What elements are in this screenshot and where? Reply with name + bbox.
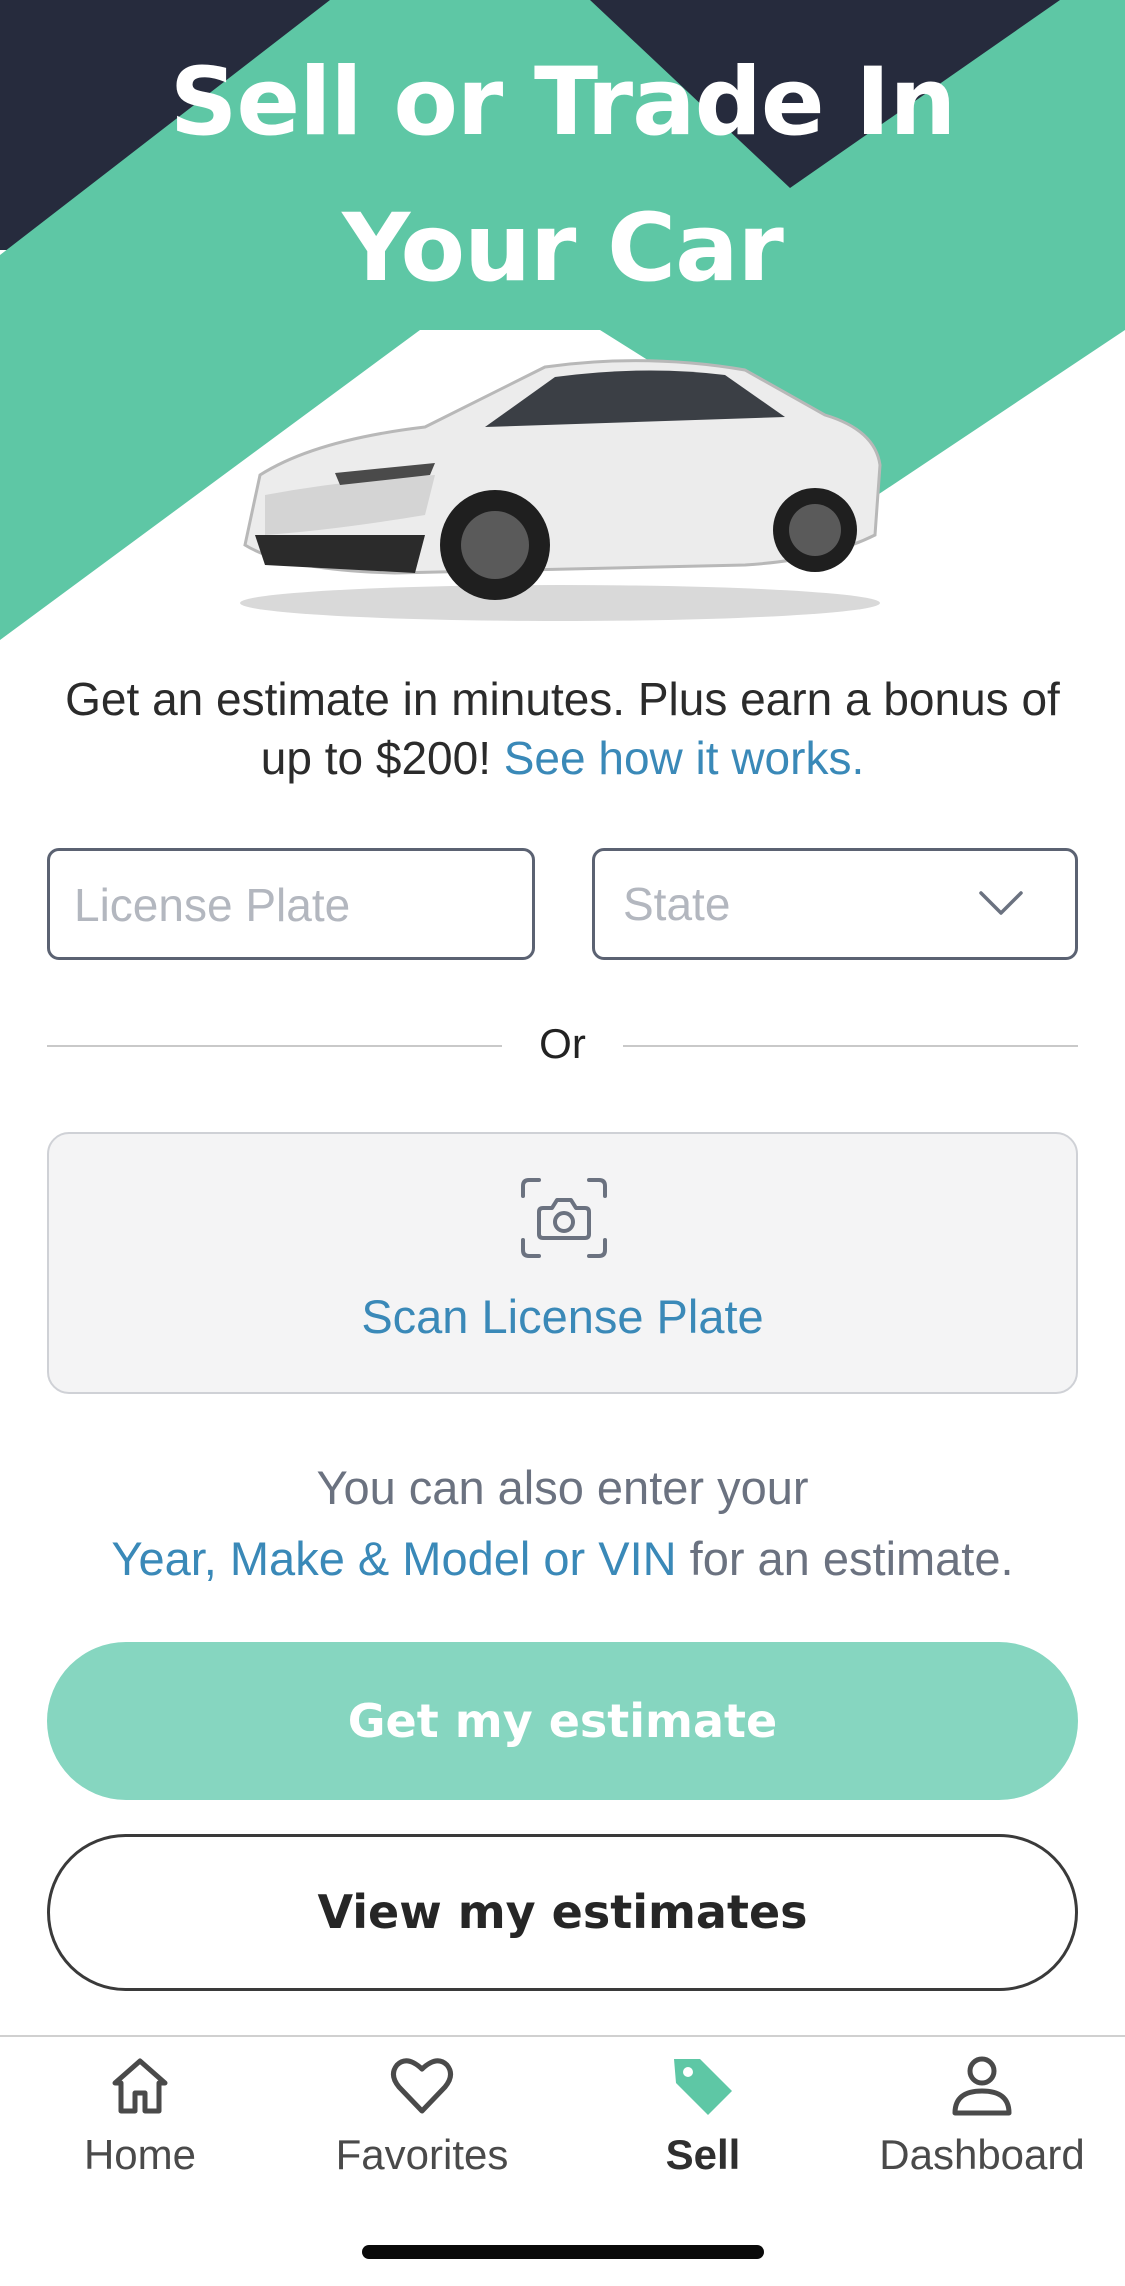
license-plate-input[interactable]	[72, 877, 516, 933]
promo-text: Get an estimate in minutes. Plus earn a …	[60, 670, 1065, 788]
alt-line1: You can also enter your	[316, 1461, 809, 1514]
tab-home-label: Home	[83, 2131, 197, 2178]
hero-banner: Sell or Trade In Your Car	[0, 0, 1125, 660]
view-estimates-button[interactable]: View my estimates	[47, 1834, 1078, 1991]
year-make-model-vin-link[interactable]: Year, Make & Model or VIN	[111, 1532, 676, 1585]
get-estimate-button[interactable]: Get my estimate	[47, 1642, 1078, 1800]
or-separator: Or	[539, 1020, 586, 1067]
state-placeholder: State	[623, 878, 731, 930]
tag-icon	[674, 2059, 732, 2115]
divider-left	[47, 1045, 502, 1047]
tab-home[interactable]: Home	[0, 2051, 280, 2179]
car-image	[240, 359, 882, 621]
tab-sell[interactable]: Sell	[563, 2051, 843, 2179]
scan-license-plate-label: Scan License Plate	[361, 1290, 764, 1343]
chevron-down-icon	[979, 891, 1023, 915]
alt-suffix: for an estimate.	[676, 1532, 1014, 1585]
page-title: Sell or Trade In Your Car	[169, 48, 957, 303]
tab-favorites[interactable]: Favorites	[282, 2051, 562, 2179]
tab-sell-label: Sell	[665, 2131, 741, 2178]
tab-favorites-label: Favorites	[335, 2131, 509, 2178]
home-indicator	[362, 2245, 764, 2259]
alternate-entry-text: You can also enter your Year, Make & Mod…	[40, 1452, 1085, 1594]
see-how-it-works-link[interactable]: See how it works.	[504, 732, 864, 784]
camera-scan-icon	[521, 1178, 607, 1258]
scan-license-plate-button[interactable]: Scan License Plate	[47, 1132, 1078, 1394]
home-icon	[112, 2058, 168, 2114]
user-icon	[952, 2056, 1012, 2116]
divider-right	[623, 1045, 1078, 1047]
heart-icon	[391, 2058, 453, 2114]
tab-dashboard[interactable]: Dashboard	[842, 2051, 1122, 2179]
license-plate-field[interactable]	[47, 848, 535, 960]
state-select[interactable]: State	[592, 848, 1078, 960]
tab-dashboard-label: Dashboard	[879, 2131, 1085, 2178]
